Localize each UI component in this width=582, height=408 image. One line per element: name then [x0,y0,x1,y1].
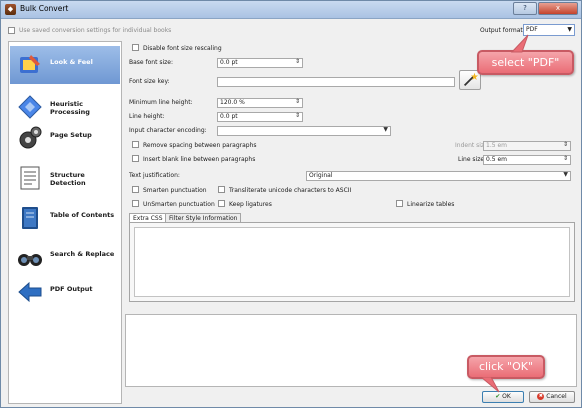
cancel-button[interactable]: ✖ Cancel [529,391,575,403]
disable-font-rescaling-checkbox[interactable] [132,44,139,51]
chevron-down-icon: ▼ [563,171,568,178]
select-pdf-callout: select "PDF" [477,50,574,75]
base-font-size-label: Base font size: [129,59,174,66]
structure-icon [20,166,40,190]
text-justification-label: Text justification: [129,172,180,179]
cancel-label: Cancel [546,393,567,400]
sidebar-label: Heuristic Processing [50,100,90,116]
line-height-value: 0.0 pt [220,113,238,120]
indent-size-spinbox[interactable]: 1.5 em ⇕ [483,141,571,151]
checkmark-icon: ✔ [495,393,501,400]
spin-arrows-icon: ⇕ [562,155,568,162]
remove-spacing-checkbox[interactable] [132,141,139,148]
spin-arrows-icon: ⇕ [562,141,568,148]
sidebar-label: Look & Feel [50,58,93,66]
transliterate-unicode-checkbox[interactable] [218,186,225,193]
sidebar-item-structure[interactable]: Structure Detection [10,159,120,197]
spin-arrows-icon: ⇕ [294,58,300,65]
keep-ligatures-checkbox[interactable] [218,200,225,207]
magic-wand-icon [463,72,479,87]
unsmarten-punctuation-label: UnSmarten punctuation [143,201,215,208]
calibre-app-icon: ◆ [5,4,16,15]
help-button[interactable]: ? [513,2,537,15]
look-feel-icon [20,55,40,73]
line-size-spinbox[interactable]: 0.5 em ⇕ [483,155,571,165]
text-justification-combobox[interactable]: Original ▼ [306,171,571,181]
settings-sidebar: Look & Feel Heuristic Processing Page Se… [8,41,122,404]
linearize-tables-checkbox[interactable] [396,200,403,207]
font-size-key-label: Font size key: [129,78,170,85]
pdf-output-icon [18,281,42,303]
input-encoding-label: Input character encoding: [129,127,207,134]
callout-pointer-icon [480,377,500,393]
min-line-height-spinbox[interactable]: 120.0 % ⇕ [217,98,303,108]
toc-icon [22,207,38,229]
sidebar-item-search-replace[interactable]: Search & Replace [10,238,120,276]
extra-css-editor[interactable] [134,227,570,297]
sidebar-item-look-feel[interactable]: Look & Feel [10,46,120,84]
base-font-size-spinbox[interactable]: 0.0 pt ⇕ [217,58,303,68]
title-bar: ◆ Bulk Convert ? x [1,1,581,19]
text-justification-value: Original [309,172,333,179]
use-saved-settings-label: Use saved conversion settings for indivi… [19,27,172,34]
insert-blank-line-checkbox[interactable] [132,155,139,162]
smarten-punctuation-label: Smarten punctuation [143,187,207,194]
sidebar-label: Table of Contents [50,211,115,219]
remove-spacing-label: Remove spacing between paragraphs [143,142,257,149]
look-feel-panel: Disable font size rescaling Base font si… [125,41,579,305]
font-size-key-input[interactable] [217,77,455,87]
use-saved-settings-checkbox[interactable] [8,27,15,34]
top-options-bar: Use saved conversion settings for indivi… [1,20,581,42]
callout-pointer-icon [510,34,529,53]
sidebar-label: Page Setup [50,131,92,139]
bulk-convert-dialog: ◆ Bulk Convert ? x Use saved conversion … [0,0,582,408]
search-replace-icon [18,254,42,266]
spin-arrows-icon: ⇕ [294,112,300,119]
chevron-down-icon: ▼ [383,126,388,133]
heuristic-icon [18,95,42,119]
chevron-down-icon: ▼ [567,26,572,33]
sidebar-item-toc[interactable]: Table of Contents [10,199,120,237]
base-font-size-value: 0.0 pt [220,59,238,66]
close-button[interactable]: x [538,2,578,15]
unsmarten-punctuation-checkbox[interactable] [132,200,139,207]
sidebar-label: Structure Detection [50,171,86,187]
keep-ligatures-label: Keep ligatures [229,201,272,208]
extra-css-panel [129,222,575,302]
input-encoding-combobox[interactable]: ▼ [217,126,391,136]
insert-blank-line-label: Insert blank line between paragraphs [143,156,256,163]
disable-font-rescaling-label: Disable font size rescaling [143,45,222,52]
line-height-label: Line height: [129,113,165,120]
line-height-spinbox[interactable]: 0.0 pt ⇕ [217,112,303,122]
ok-label: OK [502,393,511,400]
output-format-value: PDF [526,26,538,33]
line-size-value: 0.5 em [486,156,507,163]
sidebar-item-page-setup[interactable]: Page Setup [10,119,120,157]
click-ok-callout: click "OK" [467,355,545,379]
cancel-icon: ✖ [537,393,545,400]
linearize-tables-label: Linearize tables [407,201,455,208]
min-line-height-value: 120.0 % [220,99,245,106]
page-setup-icon [19,126,42,149]
line-size-label: Line size: [458,156,487,163]
sidebar-item-pdf-output[interactable]: PDF Output [10,273,120,311]
sidebar-label: Search & Replace [50,250,115,258]
smarten-punctuation-checkbox[interactable] [132,186,139,193]
spin-arrows-icon: ⇕ [294,98,300,105]
window-title: Bulk Convert [20,4,69,13]
min-line-height-label: Minimum line height: [129,99,193,106]
indent-size-value: 1.5 em [486,142,507,149]
sidebar-label: PDF Output [50,285,93,293]
transliterate-unicode-label: Transliterate unicode characters to ASCI… [229,187,352,194]
